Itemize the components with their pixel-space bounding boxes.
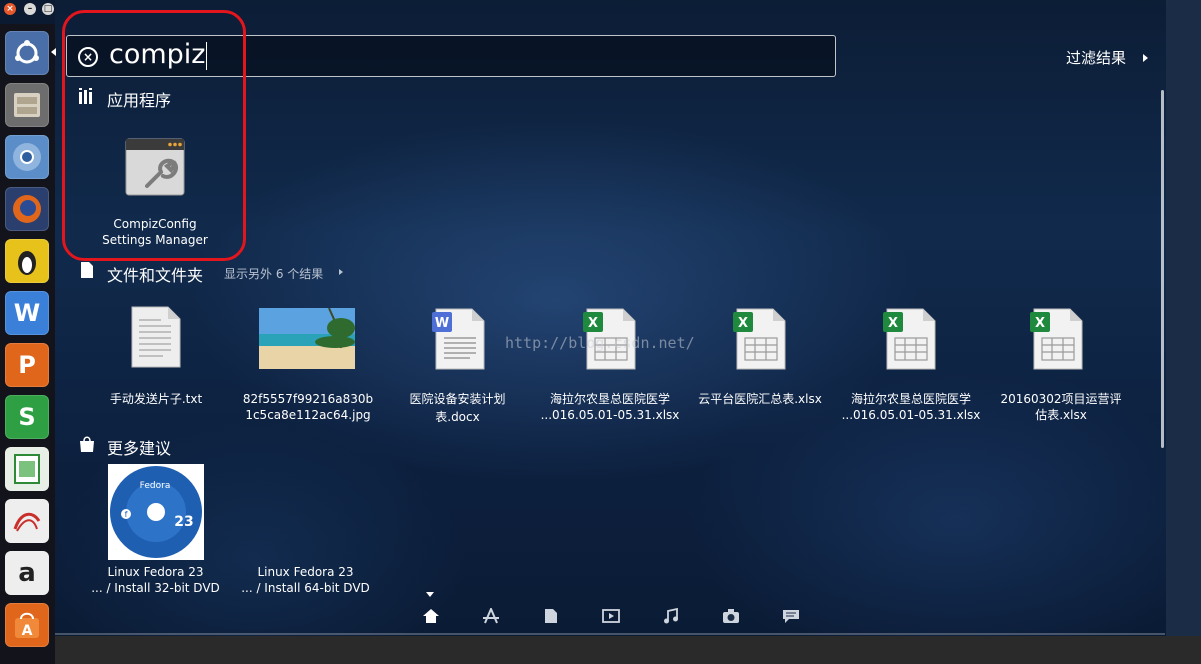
file-cabinet-icon xyxy=(14,93,40,117)
wps-presentation-icon: P xyxy=(18,351,36,379)
lens-music[interactable] xyxy=(660,605,682,627)
launcher-item-files[interactable] xyxy=(5,83,49,127)
launcher-item-software-center[interactable]: A xyxy=(5,603,49,647)
fedora-disc-icon: Fedora 23 f xyxy=(108,464,204,560)
launcher-item-ubuntu-dash[interactable] xyxy=(5,31,49,75)
file-result-xlsx-4[interactable]: X 20160302项目运营评 估表.xlsx xyxy=(998,305,1128,425)
suggestion-label-line2: ... / Install 32-bit DVD xyxy=(91,581,220,595)
file-label-line2: ...016.05.01-05.31.xlsx xyxy=(841,408,981,422)
file-label-line2: 1c5ca8e112ac64.jpg xyxy=(245,408,371,422)
file-label-line1: 海拉尔农垦总医院医学 xyxy=(850,392,971,406)
suggestion-label-line2: ... / Install 64-bit DVD xyxy=(241,581,370,595)
lens-applications[interactable] xyxy=(480,605,502,627)
camera-icon xyxy=(723,609,739,623)
penguin-icon xyxy=(18,251,36,275)
lens-video[interactable] xyxy=(600,605,622,627)
filter-results-button[interactable]: 过滤结果 xyxy=(1066,47,1126,68)
files-category-icon xyxy=(81,262,93,278)
scrollbar[interactable] xyxy=(1161,90,1164,448)
launcher-item-amazon[interactable]: a xyxy=(5,551,49,595)
desktop-bottom-strip xyxy=(55,636,1201,664)
launcher-item-wps-writer[interactable]: W xyxy=(5,291,49,335)
section-title-suggestions: 更多建议 xyxy=(107,439,172,458)
file-label-line1: 医院设备安装计划 xyxy=(409,392,506,406)
fedora-version-text: 23 xyxy=(174,514,193,530)
file-label-line1: 海拉尔农垦总医院医学 xyxy=(549,392,670,406)
files-icon xyxy=(545,609,557,623)
filter-arrow-icon xyxy=(1143,54,1148,62)
show-more-results-link[interactable]: 显示另外 6 个结果 xyxy=(224,265,323,282)
excel-spreadsheet-icon: X xyxy=(1030,308,1083,370)
word-document-icon: W xyxy=(432,308,485,370)
lens-home[interactable] xyxy=(420,605,442,627)
beach-photo-thumbnail xyxy=(259,308,355,369)
file-result-xlsx-3[interactable]: X 海拉尔农垦总医院医学 ...016.05.01-05.31.xlsx xyxy=(842,305,980,425)
excel-spreadsheet-icon: X xyxy=(733,308,786,370)
lens-social[interactable] xyxy=(780,605,802,627)
show-more-arrow-icon xyxy=(339,269,343,275)
launcher: W P S a A xyxy=(0,24,55,664)
launcher-item-libreoffice-calc[interactable] xyxy=(5,447,49,491)
launcher-item-wps-presentation[interactable]: P xyxy=(5,343,49,387)
fedora-brand-text: Fedora xyxy=(140,481,171,491)
pdf-reader-icon xyxy=(13,512,41,532)
shopping-bag-icon xyxy=(80,436,94,452)
suggestion-label-line1: Linux Fedora 23 xyxy=(107,565,204,579)
social-chat-icon xyxy=(783,610,799,623)
file-label-line1: 82f5557f99216a830b xyxy=(242,392,374,406)
amazon-icon: a xyxy=(18,558,36,588)
file-label-line1: 20160302项目运营评 xyxy=(1000,392,1122,406)
home-icon xyxy=(423,609,439,623)
svg-text:f: f xyxy=(125,510,128,519)
file-label-line1: 云平台医院汇总表.xlsx xyxy=(698,392,822,406)
launcher-item-firefox[interactable] xyxy=(5,187,49,231)
svg-text:X: X xyxy=(888,316,898,331)
launcher-item-terminal-penguin[interactable] xyxy=(5,239,49,283)
maximize-icon[interactable]: □ xyxy=(42,3,54,15)
video-icon xyxy=(602,609,620,623)
svg-text:X: X xyxy=(1035,316,1045,331)
excel-spreadsheet-icon: X xyxy=(883,308,936,370)
file-label-line2: ...016.05.01-05.31.xlsx xyxy=(540,408,680,422)
suggestion-result-fedora-32[interactable]: Fedora 23 f Linux Fedora 23 ... / Instal… xyxy=(88,462,228,597)
file-result-txt[interactable]: 手动发送片子.txt xyxy=(100,305,212,410)
svg-text:A: A xyxy=(22,623,33,639)
active-lens-indicator-icon xyxy=(426,592,434,597)
launcher-item-pdf-reader[interactable] xyxy=(5,499,49,543)
dash-bottom-border xyxy=(55,633,1165,635)
software-center-icon: A xyxy=(15,612,39,639)
desktop-right-edge xyxy=(1166,0,1201,636)
file-label-line2: 表.docx xyxy=(435,410,480,424)
wps-writer-icon: W xyxy=(13,299,41,327)
minimize-icon[interactable]: – xyxy=(24,3,36,15)
file-label-line2: 估表.xlsx xyxy=(1035,408,1087,422)
svg-text:X: X xyxy=(738,316,748,331)
music-icon xyxy=(664,608,678,624)
watermark-text: http://blog.csdn.net/ xyxy=(505,334,695,352)
launcher-active-arrow-icon xyxy=(51,48,56,56)
ubuntu-logo-icon xyxy=(15,40,39,64)
chromium-icon xyxy=(13,143,41,171)
spreadsheet-icon xyxy=(14,454,40,484)
suggestion-label-line1: Linux Fedora 23 xyxy=(257,565,354,579)
applications-icon xyxy=(483,608,499,624)
close-icon[interactable]: × xyxy=(4,3,16,15)
text-file-icon xyxy=(131,306,181,368)
red-highlight-annotation xyxy=(62,10,246,261)
svg-text:X: X xyxy=(588,316,598,331)
file-result-jpg[interactable]: 82f5557f99216a830b 1c5ca8e112ac64.jpg xyxy=(240,305,375,425)
lens-files[interactable] xyxy=(540,605,562,627)
file-result-docx[interactable]: W 医院设备安装计划 表.docx xyxy=(400,305,515,425)
file-label-line1: 手动发送片子.txt xyxy=(109,392,203,406)
file-result-xlsx-2[interactable]: X 云平台医院汇总表.xlsx xyxy=(695,305,825,415)
launcher-item-chromium[interactable] xyxy=(5,135,49,179)
lens-photos[interactable] xyxy=(720,605,742,627)
svg-text:W: W xyxy=(435,316,449,331)
suggestion-result-fedora-64[interactable]: Linux Fedora 23 ... / Install 64-bit DVD xyxy=(238,462,378,597)
file-result-xlsx-1[interactable]: X 海拉尔农垦总医院医学 ...016.05.01-05.31.xlsx xyxy=(541,305,679,425)
wps-spreadsheets-icon: S xyxy=(18,403,36,431)
section-title-files: 文件和文件夹 xyxy=(107,266,204,285)
firefox-icon xyxy=(13,195,41,223)
launcher-item-wps-spreadsheets[interactable]: S xyxy=(5,395,49,439)
